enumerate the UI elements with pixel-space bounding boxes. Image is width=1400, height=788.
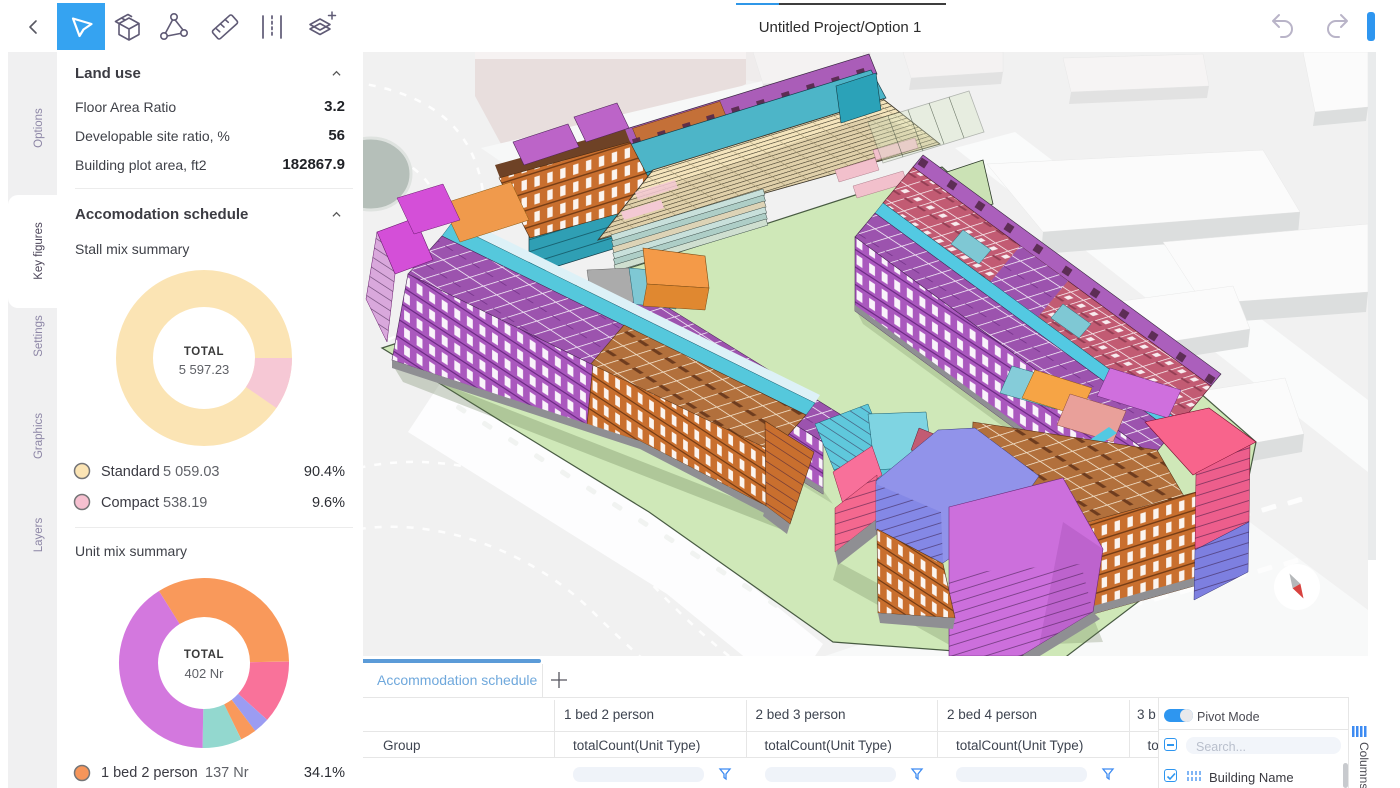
svg-text:Options: Options bbox=[33, 108, 45, 148]
svg-text:TOTAL: TOTAL bbox=[184, 346, 224, 358]
svg-text:TOTAL: TOTAL bbox=[184, 649, 224, 661]
svg-text:Key figures: Key figures bbox=[33, 222, 45, 280]
svg-text:5 597.23: 5 597.23 bbox=[179, 362, 230, 377]
svg-text:Layers: Layers bbox=[33, 517, 45, 552]
svg-text:402 Nr: 402 Nr bbox=[184, 666, 224, 681]
svg-text:Graphics: Graphics bbox=[33, 413, 45, 459]
svg-text:Settings: Settings bbox=[33, 315, 45, 357]
